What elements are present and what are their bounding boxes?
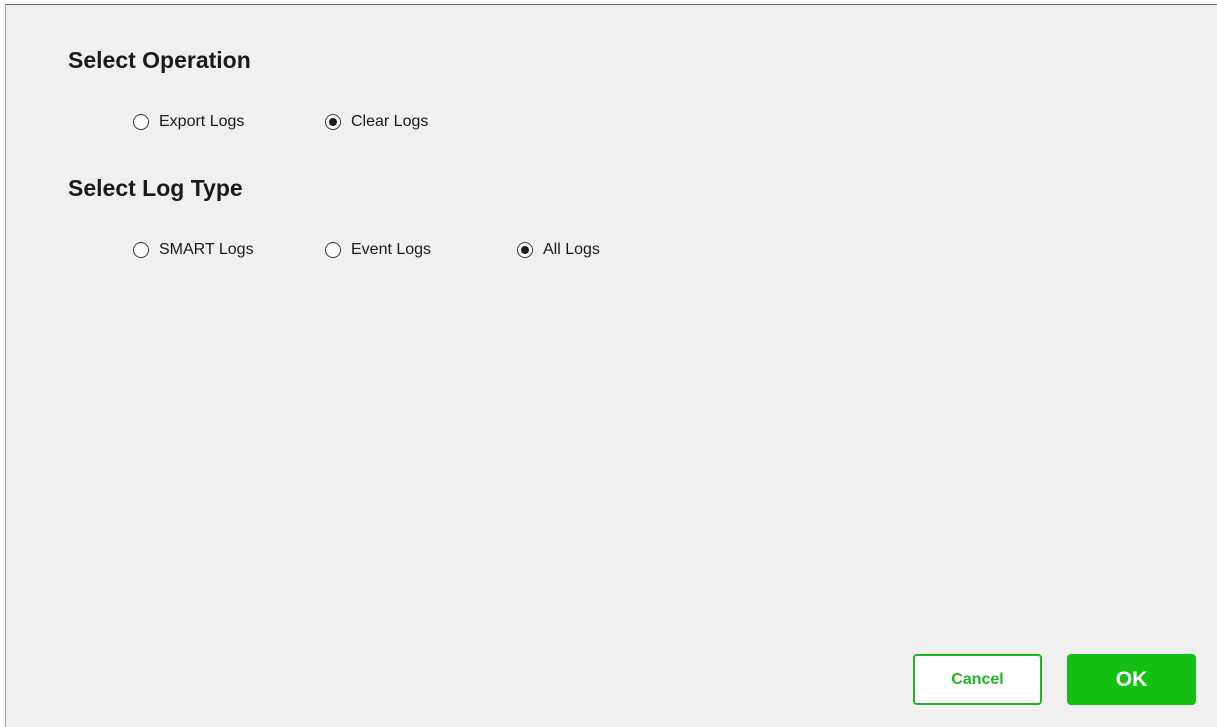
event-logs-radio[interactable]: Event Logs [325, 237, 431, 263]
event-logs-radio-circle[interactable] [325, 242, 341, 258]
export-logs-label: Export Logs [159, 113, 245, 130]
log-operations-dialog: Select Operation Export Logs Clear Logs … [5, 4, 1217, 727]
smart-logs-label: SMART Logs [159, 241, 254, 258]
smart-logs-radio-circle[interactable] [133, 242, 149, 258]
cancel-button[interactable]: Cancel [913, 654, 1042, 705]
export-logs-radio[interactable]: Export Logs [133, 109, 244, 135]
ok-button[interactable]: OK [1067, 654, 1196, 705]
event-logs-label: Event Logs [351, 241, 432, 258]
all-logs-label: All Logs [543, 241, 600, 258]
clear-logs-radio[interactable]: Clear Logs [325, 109, 428, 135]
select-operation-heading: Select Operation [68, 47, 251, 73]
cancel-button-label: Cancel [951, 670, 1004, 688]
smart-logs-radio[interactable]: SMART Logs [133, 237, 254, 263]
ok-button-label: OK [1115, 667, 1148, 691]
select-log-type-heading: Select Log Type [68, 175, 243, 201]
all-logs-radio[interactable]: All Logs [517, 237, 600, 263]
export-logs-radio-circle[interactable] [133, 114, 149, 130]
clear-logs-radio-circle[interactable] [325, 114, 341, 130]
clear-logs-label: Clear Logs [351, 113, 429, 130]
all-logs-radio-circle[interactable] [517, 242, 533, 258]
